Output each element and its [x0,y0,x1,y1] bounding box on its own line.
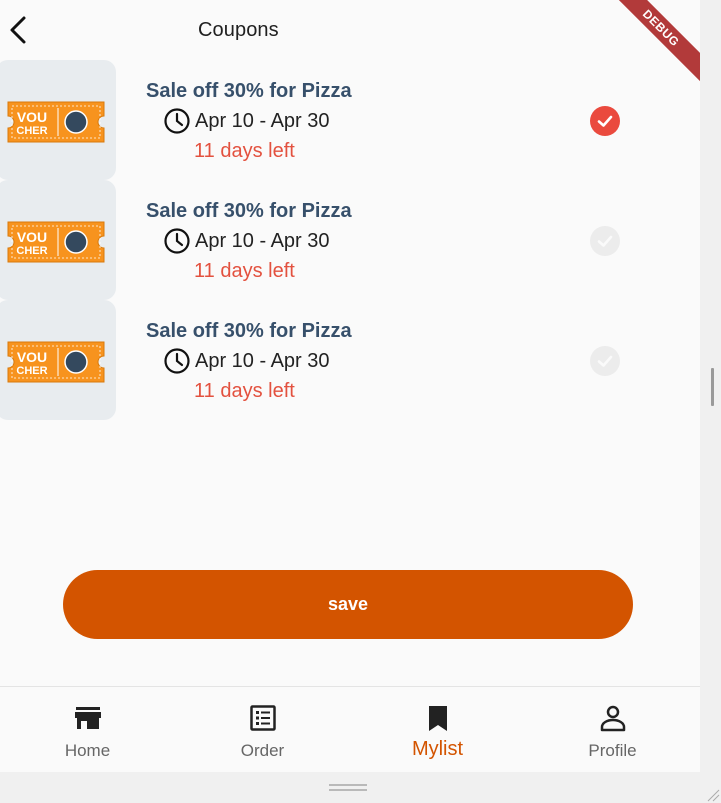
store-icon [74,707,101,729]
coupon-item[interactable]: VOU CHER Sale off 30% for Pizza Apr 10 -… [0,300,700,420]
coupon-date-row: Apr 10 - Apr 30 [163,228,330,254]
voucher-image-tile: VOU CHER [0,300,116,420]
list-icon [249,705,276,731]
voucher-image: VOU CHER [7,101,105,143]
save-button[interactable]: save [63,570,633,639]
person-icon [600,705,625,732]
voucher-image: VOU CHER [7,221,105,263]
nav-item-profile[interactable]: Profile [525,687,700,772]
nav-item-order[interactable]: Order [175,687,350,772]
unselected-check-icon[interactable] [590,346,620,376]
voucher-image-tile: VOU CHER [0,60,116,180]
unselected-check-icon[interactable] [590,226,620,256]
voucher-image: VOU CHER [7,341,105,383]
coupon-title: Sale off 30% for Pizza [146,320,352,342]
coupon-days-left: 11 days left [194,260,295,282]
selected-check-icon[interactable] [590,106,620,136]
bottom-navigation: Home Order Mylist Profile [0,686,700,772]
window-bottom-bar [0,772,721,803]
voucher-image-text-top: VOU [17,109,47,125]
bookmark-icon [428,706,447,731]
nav-label-order: Order [240,741,285,760]
coupon-date-row: Apr 10 - Apr 30 [163,348,330,374]
voucher-image-text-top: VOU [17,229,47,245]
coupon-dates: Apr 10 - Apr 30 [195,109,330,132]
coupon-dates: Apr 10 - Apr 30 [195,349,330,372]
clock-icon [164,228,190,254]
voucher-image-text-bottom: CHER [16,125,47,137]
coupon-list: VOU CHER Sale off 30% for Pizza Apr 10 -… [0,60,700,420]
voucher-image-text-bottom: CHER [16,365,47,377]
coupon-dates: Apr 10 - Apr 30 [195,229,330,252]
nav-label-mylist: Mylist [411,738,464,760]
coupon-days-left: 11 days left [194,380,295,402]
drag-handle-icon[interactable] [329,784,367,791]
coupon-item[interactable]: VOU CHER Sale off 30% for Pizza Apr 10 -… [0,60,700,180]
nav-item-mylist[interactable]: Mylist [350,687,525,772]
coupon-title: Sale off 30% for Pizza [146,80,352,102]
voucher-image-tile: VOU CHER [0,180,116,300]
clock-icon [164,348,190,374]
nav-item-home[interactable]: Home [0,687,175,772]
page-title: Coupons [198,19,279,41]
voucher-image-text-top: VOU [17,349,47,365]
nav-label-home: Home [64,741,111,760]
coupon-item[interactable]: VOU CHER Sale off 30% for Pizza Apr 10 -… [0,180,700,300]
coupon-days-left: 11 days left [194,140,295,162]
nav-label-profile: Profile [588,741,637,760]
voucher-image-text-bottom: CHER [16,245,47,257]
window-resize-handle[interactable] [711,368,714,406]
app-screen: Coupons DEBUG VOU CHER Sale off 30% for … [0,0,700,772]
back-arrow-icon[interactable] [4,12,36,48]
resize-grip-icon[interactable] [704,786,720,802]
coupon-title: Sale off 30% for Pizza [146,200,352,222]
coupon-date-row: Apr 10 - Apr 30 [163,108,330,134]
clock-icon [164,108,190,134]
